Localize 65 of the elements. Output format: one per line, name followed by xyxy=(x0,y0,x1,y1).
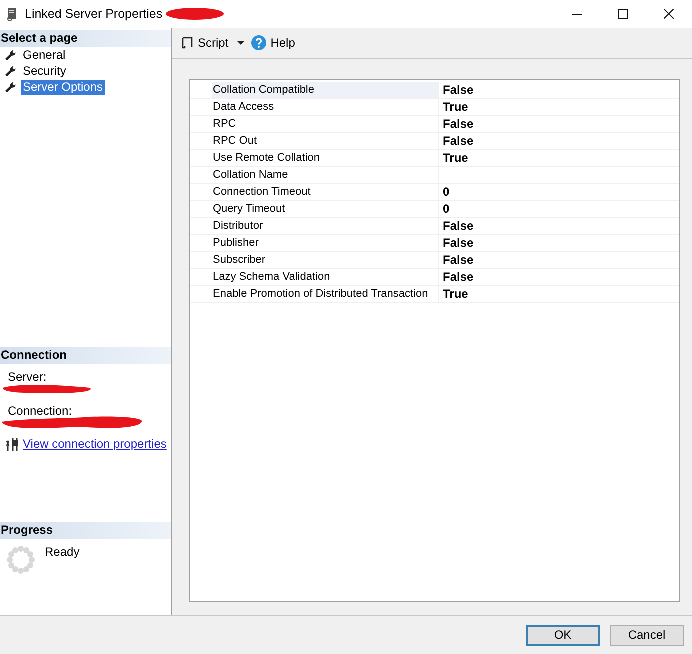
window-title: Linked Server Properties xyxy=(25,7,163,21)
progress-status: Ready xyxy=(45,545,80,559)
property-value: 0 xyxy=(442,184,451,200)
property-value: False xyxy=(442,252,475,268)
property-row[interactable]: Distributor False xyxy=(190,218,679,235)
property-value: True xyxy=(442,286,470,302)
script-button[interactable]: Script xyxy=(178,36,231,50)
property-name: Distributor xyxy=(212,218,439,234)
property-value: False xyxy=(442,269,475,285)
property-row[interactable]: Lazy Schema Validation False xyxy=(190,269,679,286)
property-row[interactable]: Subscriber False xyxy=(190,252,679,269)
property-row[interactable]: RPC False xyxy=(190,116,679,133)
property-name: Query Timeout xyxy=(212,201,439,217)
property-row[interactable]: RPC Out False xyxy=(190,133,679,150)
property-value: False xyxy=(442,116,475,132)
script-icon xyxy=(180,36,194,50)
property-name: Data Access xyxy=(212,99,439,115)
section-header: Connection xyxy=(0,347,171,364)
property-name: Collation Name xyxy=(212,167,439,183)
cancel-button[interactable]: Cancel xyxy=(610,624,684,646)
property-row[interactable]: Collation Name xyxy=(190,167,679,184)
property-value: False xyxy=(442,82,475,98)
property-row[interactable]: Enable Promotion of Distributed Transaction True xyxy=(190,286,679,303)
property-name: RPC Out xyxy=(212,133,439,149)
property-value: True xyxy=(442,150,470,166)
property-name: Lazy Schema Validation xyxy=(212,269,439,285)
caret-icon xyxy=(236,41,245,45)
progress-spinner-icon xyxy=(6,545,36,575)
property-row[interactable]: Collation Compatible False xyxy=(190,82,679,99)
redaction-mark xyxy=(164,7,227,21)
wrench-icon xyxy=(4,48,17,62)
property-row[interactable]: Connection Timeout 0 xyxy=(190,184,679,201)
page-list-item[interactable]: General xyxy=(21,48,68,62)
property-name: Publisher xyxy=(212,235,439,251)
property-name: Collation Compatible xyxy=(212,82,439,98)
field-label: Connection: xyxy=(7,404,74,418)
close-icon xyxy=(664,9,674,19)
wrench-icon xyxy=(4,80,17,94)
ok-button[interactable]: OK xyxy=(526,624,600,646)
property-name: Use Remote Collation xyxy=(212,150,439,166)
wrench-icon xyxy=(4,64,17,78)
property-value: False xyxy=(442,133,475,149)
property-row[interactable]: Use Remote Collation True xyxy=(190,150,679,167)
property-name: Enable Promotion of Distributed Transaction xyxy=(212,286,439,302)
property-row[interactable]: Query Timeout 0 xyxy=(190,201,679,218)
section-header: Select a page xyxy=(0,30,171,47)
help-icon xyxy=(250,35,267,51)
server-icon xyxy=(5,7,19,21)
property-value: True xyxy=(442,99,470,115)
property-name: Subscriber xyxy=(212,252,439,268)
property-row[interactable]: Publisher False xyxy=(190,235,679,252)
help-button[interactable]: Help xyxy=(248,35,298,51)
property-name: RPC xyxy=(212,116,439,132)
maximize-icon xyxy=(618,9,628,19)
property-value: 0 xyxy=(442,201,451,217)
property-name: Connection Timeout xyxy=(212,184,439,200)
page-list-item[interactable]: Security xyxy=(21,64,68,78)
property-value: False xyxy=(442,235,475,251)
property-value: False xyxy=(442,218,475,234)
field-label: Server: xyxy=(7,370,48,384)
view-connection-link[interactable]: View connection properties xyxy=(23,437,167,451)
page-list-item[interactable]: Server Options xyxy=(21,80,106,94)
plug-icon xyxy=(6,438,19,450)
property-row[interactable]: Data Access True xyxy=(190,99,679,116)
section-header: Progress xyxy=(0,522,171,539)
